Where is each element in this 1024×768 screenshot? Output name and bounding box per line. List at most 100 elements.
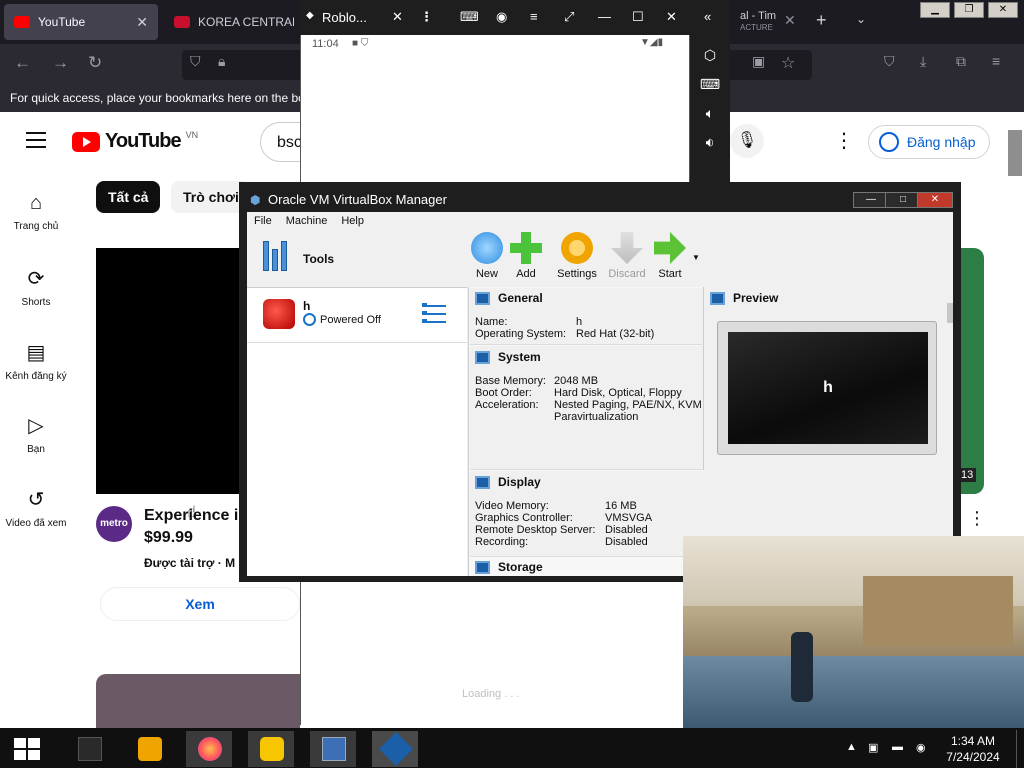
details-scrollbar[interactable]: [947, 303, 953, 323]
sidebar-item-subscriptions[interactable]: ▤ Kênh đăng ký: [0, 340, 72, 382]
windows-start-icon[interactable]: [14, 738, 40, 760]
start-dropdown-icon[interactable]: ▼: [692, 253, 700, 262]
settings-button[interactable]: Settings: [555, 232, 599, 280]
sidebar-item-history[interactable]: ↺ Video đã xem: [0, 487, 72, 529]
storage-icon: [475, 560, 490, 574]
app-menu-icon[interactable]: ≡: [992, 53, 1000, 69]
sign-in-button[interactable]: Đăng nhập: [868, 125, 990, 159]
video-thumbnail[interactable]: [96, 674, 300, 728]
tab-other[interactable]: al - Tim ACTURE: [730, 4, 810, 40]
tab-list-chevron-icon[interactable]: ⌄: [856, 12, 866, 26]
minimize-icon[interactable]: —: [853, 192, 889, 208]
reader-view-icon[interactable]: ▣: [752, 53, 765, 70]
subscriptions-icon: ▤: [26, 342, 46, 364]
start-button[interactable]: Start: [648, 232, 692, 280]
taskbar-clock[interactable]: 1:34 AM 7/24/2024: [940, 733, 1006, 765]
new-tab-icon[interactable]: +: [816, 10, 827, 31]
menu-icon[interactable]: ≡: [530, 9, 538, 24]
wifi-battery-icon: ▼◢▮: [640, 37, 664, 48]
network-icon[interactable]: ▬: [892, 741, 903, 753]
close-tab-icon[interactable]: ✕: [392, 9, 403, 25]
storage-heading[interactable]: Storage: [475, 560, 543, 574]
sidebar-item-home[interactable]: ⌂ Trang chủ: [0, 192, 72, 232]
bookmark-star-icon[interactable]: ☆: [781, 53, 795, 73]
sidebar-item-shorts[interactable]: ⟳ Shorts: [0, 266, 72, 308]
system-heading[interactable]: System: [475, 350, 541, 364]
fullscreen-icon[interactable]: ⤢: [564, 9, 574, 25]
chip-all[interactable]: Tất cả: [96, 181, 161, 213]
youtube-logo[interactable]: YouTube VN: [72, 130, 198, 153]
restore-icon[interactable]: ❐: [954, 2, 984, 18]
close-icon[interactable]: ✕: [988, 2, 1018, 18]
korea-favicon-icon: [174, 16, 190, 28]
close-icon[interactable]: ✕: [666, 9, 677, 25]
discard-button[interactable]: Discard: [605, 232, 649, 280]
settings-icon[interactable]: ⬡: [690, 47, 730, 64]
page-scrollbar[interactable]: [1008, 130, 1022, 176]
minimize-icon[interactable]: —: [598, 9, 611, 24]
toolbar-label: Discard: [608, 268, 646, 280]
minimize-icon[interactable]: ▁: [920, 2, 950, 18]
tray-app-icon[interactable]: ▣: [868, 741, 878, 754]
back-icon[interactable]: ←: [14, 53, 31, 73]
menu-help[interactable]: Help: [341, 215, 364, 227]
tray-overflow-icon[interactable]: ▲: [846, 741, 857, 753]
general-icon: [475, 291, 490, 305]
vm-details-menu-icon[interactable]: [422, 303, 446, 327]
video-thumbnail[interactable]: [958, 248, 984, 494]
shorts-icon: ⟳: [27, 268, 45, 290]
forward-icon[interactable]: →: [52, 53, 69, 73]
taskbar-installer-icon[interactable]: [310, 731, 356, 767]
tray-status-icon[interactable]: ◉: [916, 741, 926, 754]
volume-up-icon[interactable]: 🔈︎: [690, 105, 730, 122]
more-options-icon[interactable]: ⋮: [834, 128, 854, 153]
keyboard-icon[interactable]: ⌨: [690, 76, 730, 93]
taskbar-firefox-icon[interactable]: [186, 731, 232, 767]
account-icon: [879, 132, 899, 152]
lock-icon[interactable]: 🔒︎: [218, 53, 225, 70]
microphone-icon[interactable]: 🎙︎: [730, 124, 764, 158]
field-value: Paravirtualization: [554, 411, 639, 423]
general-heading[interactable]: General: [475, 291, 543, 305]
shield-icon[interactable]: ⛉: [190, 53, 201, 70]
taskbar-emulator-icon[interactable]: [248, 731, 294, 767]
extensions-icon[interactable]: ⧉: [956, 53, 966, 70]
roblox-icon: ◆: [306, 10, 314, 21]
close-tab-icon[interactable]: ✕: [784, 12, 796, 29]
youtube-play-icon: [72, 131, 100, 152]
view-button[interactable]: Xem: [100, 587, 300, 621]
menu-file[interactable]: File: [254, 215, 272, 227]
pocket-icon[interactable]: ⛉: [884, 53, 895, 70]
downloads-icon[interactable]: ⤓: [920, 53, 926, 70]
game-overlay-video[interactable]: [683, 536, 1024, 728]
more-options-icon[interactable]: ⋮: [420, 9, 433, 25]
channel-avatar[interactable]: metro: [96, 506, 132, 542]
display-heading[interactable]: Display: [475, 475, 541, 489]
close-tab-icon[interactable]: ✕: [136, 14, 148, 31]
video-more-icon[interactable]: ⋮: [968, 508, 986, 529]
close-icon[interactable]: ✕: [917, 192, 953, 208]
section-title: Storage: [498, 560, 543, 574]
tab-youtube[interactable]: YouTube ✕: [4, 4, 158, 40]
hamburger-menu-icon[interactable]: [26, 132, 46, 153]
new-button[interactable]: New: [465, 232, 509, 280]
vm-name: h: [303, 299, 311, 313]
reload-icon[interactable]: ↻: [88, 53, 102, 73]
toolbar-label: New: [475, 268, 498, 280]
taskbar-media-player-icon[interactable]: [126, 731, 172, 767]
taskbar-virtualbox-icon[interactable]: [372, 731, 418, 767]
maximize-icon[interactable]: □: [885, 192, 921, 208]
sidebar-item-you[interactable]: ▷ Bạn: [0, 413, 72, 455]
add-button[interactable]: Add: [504, 232, 548, 280]
show-desktop-button[interactable]: [1016, 730, 1024, 768]
gamepad-icon[interactable]: ⌨: [460, 9, 479, 25]
menu-machine[interactable]: Machine: [286, 215, 328, 227]
taskbar-app-dark-icon[interactable]: [66, 731, 112, 767]
volume-down-icon[interactable]: 🔉︎: [690, 134, 730, 151]
account-icon[interactable]: ◉: [496, 9, 507, 25]
preview-heading[interactable]: Preview: [710, 291, 778, 305]
collapse-sidebar-icon[interactable]: «: [704, 9, 711, 24]
maximize-icon[interactable]: ☐: [632, 9, 644, 25]
tab-korea-central[interactable]: KOREA CENTRAL T: [164, 4, 304, 40]
field-value: VMSVGA: [605, 512, 653, 524]
